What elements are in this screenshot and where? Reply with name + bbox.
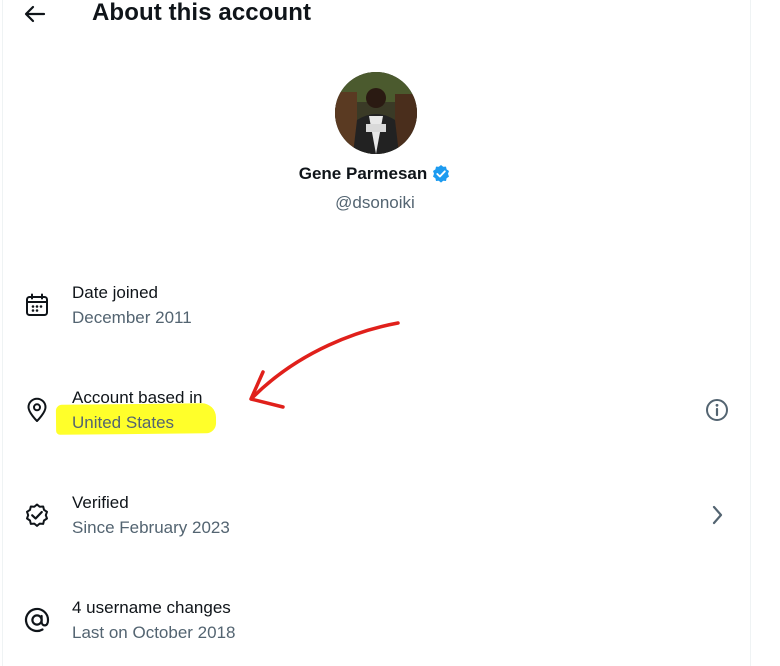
row-value: United States <box>72 413 175 432</box>
row-account-based-in: Account based in United States <box>0 385 750 445</box>
arrow-left-icon <box>24 5 46 28</box>
row-date-joined: Date joined December 2011 <box>0 280 750 340</box>
profile-name-row: Gene Parmesan <box>0 164 750 184</box>
at-sign-icon <box>23 606 51 634</box>
page-title: About this account <box>92 0 312 26</box>
row-title: 4 username changes <box>72 598 231 617</box>
verified-check-icon <box>23 501 51 529</box>
chevron-right-icon <box>703 501 731 529</box>
display-name: Gene Parmesan <box>298 164 428 183</box>
profile-handle: @dsonoiki <box>335 193 415 212</box>
column-border-right <box>750 0 751 666</box>
location-pin-icon <box>23 396 51 424</box>
row-title: Account based in <box>72 388 203 407</box>
back-button[interactable] <box>20 3 50 29</box>
row-value: December 2011 <box>72 308 192 327</box>
row-verified[interactable]: Verified Since February 2023 <box>0 490 750 550</box>
row-username-changes: 4 username changes Last on October 2018 <box>0 595 750 655</box>
verified-badge-icon <box>431 164 451 184</box>
row-title: Date joined <box>72 283 159 302</box>
calendar-icon <box>23 291 51 319</box>
row-value: Last on October 2018 <box>72 623 236 642</box>
row-title: Verified <box>72 493 129 512</box>
page-header: About this account <box>0 0 750 34</box>
info-icon[interactable] <box>703 396 731 424</box>
row-value: Since February 2023 <box>72 518 230 537</box>
avatar[interactable] <box>335 72 417 154</box>
